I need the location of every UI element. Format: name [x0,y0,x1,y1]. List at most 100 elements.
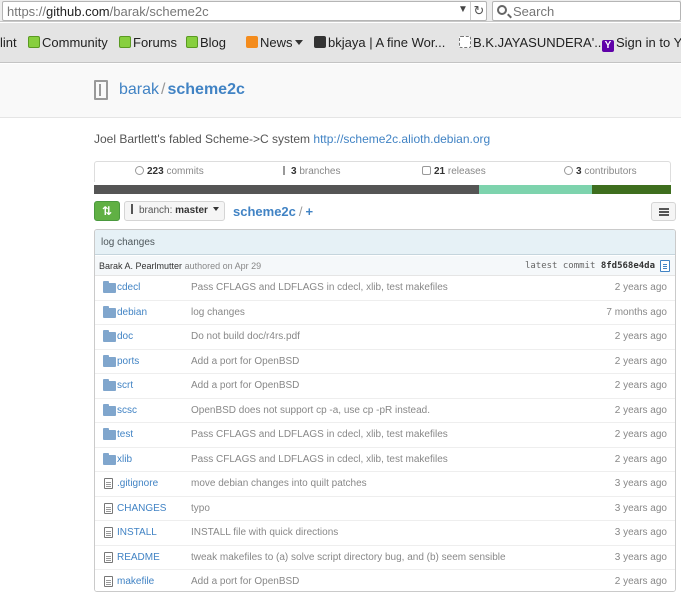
file-icon [104,551,113,563]
bookmark-yahoo[interactable]: Y Sign in to Y [602,35,681,52]
file-name-link[interactable]: .gitignore [117,478,158,489]
search-input[interactable] [513,4,673,19]
commits-link[interactable]: 223 commits [135,166,204,177]
author-link[interactable]: Barak A. Pearlmutter [99,261,182,271]
file-age: 2 years ago [614,380,667,391]
file-age: 3 years ago [614,502,667,514]
homepage-link[interactable]: http://scheme2c.alioth.debian.org [313,132,490,146]
bookmark-community[interactable]: Community [28,35,108,50]
commit-sha: latest commit 8fd568e4da [524,261,655,271]
file-commit-message-link[interactable]: tweak makefiles to (a) solve script dire… [191,552,506,563]
clipboard-icon[interactable] [660,260,670,272]
branch-icon [131,204,137,214]
url-field[interactable]: https://github.com/barak/scheme2c ▼ ↻ [2,1,487,21]
repo-name-link[interactable]: scheme2c [167,81,244,98]
file-name-link[interactable]: CHANGES [117,503,166,514]
table-row: INSTALL INSTALL file with quick direction… [95,521,675,546]
folder-icon [103,428,116,440]
bookmark-forums[interactable]: Forums [119,35,177,50]
folder-icon [103,354,116,367]
file-age: 2 years ago [614,282,667,293]
file-name-link[interactable]: doc [117,331,133,342]
table-row: cdecl Pass CFLAGS and LDFLAGS in cdecl, x… [95,276,675,301]
commit-author: Barak A. Pearlmutter authored on Apr 29 [99,261,262,271]
file-commit-message-link[interactable]: log changes [191,307,245,318]
branches-link[interactable]: 3 branches [283,166,340,177]
mint-icon [186,36,198,48]
bookmark-blog[interactable]: Blog [186,35,226,50]
folder-icon [103,305,116,318]
releases-link[interactable]: 21 releases [422,166,486,177]
file-commit-message-link[interactable]: Add a port for OpenBSD [191,380,299,391]
list-icon-line [659,211,669,213]
file-commit-message-link[interactable]: Pass CFLAGS and LDFLAGS in cdecl, xlib, … [191,282,448,293]
browser-toolbar: https://github.com/barak/scheme2c ▼ ↻ [0,0,681,22]
compare-button[interactable]: ⇅ [94,201,120,221]
file-name-link[interactable]: INSTALL [117,527,157,538]
file-commit-message-link[interactable]: Pass CFLAGS and LDFLAGS in cdecl, xlib, … [191,454,448,465]
folder-icon [103,452,116,465]
sha-link[interactable]: 8fd568e4da [601,261,655,271]
repo-title: barak / scheme2c [119,81,245,99]
language-segment[interactable] [479,185,592,194]
chevron-down-icon [212,207,219,211]
folder-icon [103,379,116,391]
repo-icon [94,80,108,100]
file-name-link[interactable]: makefile [117,576,154,587]
file-age: 2 years ago [614,404,667,416]
table-row: README tweak makefiles to (a) solve scrip… [95,545,675,570]
file-age: 7 months ago [606,306,667,318]
organization-icon [564,166,573,175]
bookmark-news[interactable]: News [246,35,303,50]
file-name-link[interactable]: README [117,552,160,563]
list-icon [659,208,669,210]
file-commit-message-link[interactable]: OpenBSD does not support cp -a, use cp -… [191,405,430,416]
table-row: makefile Add a port for OpenBSD 2 years ag… [95,570,675,591]
reload-icon[interactable]: ↻ [470,2,487,20]
file-commit-message-link[interactable]: typo [191,503,210,514]
file-name-link[interactable]: xlib [117,454,132,465]
file-commit-message-link[interactable]: Do not build doc/r4rs.pdf [191,331,300,342]
file-commit-message-link[interactable]: Add a port for OpenBSD [191,356,299,367]
language-segment[interactable] [94,185,479,194]
commit-message[interactable]: log changes [95,230,675,255]
contributors-link[interactable]: 3 contributors [564,166,637,177]
search-field[interactable] [492,1,681,21]
file-commit-message-link[interactable]: Add a port for OpenBSD [191,576,299,587]
file-name-link[interactable]: test [117,429,133,440]
breadcrumb: scheme2c / + [233,204,313,219]
file-age: 3 years ago [614,478,667,489]
bookmark-bkjaya[interactable]: bkjaya | A fine Wor... [314,35,445,50]
file-commit-message-link[interactable]: move debian changes into quilt patches [191,478,367,489]
bookmark-jayasundera[interactable]: B.K.JAYASUNDERA'... [459,35,605,50]
file-name-link[interactable]: ports [117,356,139,367]
table-row: ports Add a port for OpenBSD 2 years ago [95,349,675,374]
language-bar[interactable] [94,185,671,194]
url-dropdown-icon[interactable]: ▼ [458,4,468,15]
file-commit-message-link[interactable]: Pass CFLAGS and LDFLAGS in cdecl, xlib, … [191,429,448,440]
repo-owner-link[interactable]: barak [119,81,159,98]
table-row: debian log changes 7 months ago [95,300,675,325]
photo-icon [314,36,326,48]
breadcrumb-separator: / [298,204,303,219]
folder-icon [103,403,116,416]
list-view-button[interactable] [651,202,676,221]
file-name-link[interactable]: cdecl [117,282,140,293]
file-name-link[interactable]: scsc [117,405,137,416]
compare-icon: ⇅ [101,204,113,218]
list-icon-line [659,214,669,216]
file-name-link[interactable]: scrt [117,380,133,391]
description-text: Joel Bartlett's fabled Scheme->C system [94,132,311,146]
file-name-link[interactable]: debian [117,307,147,318]
file-commit-message-link[interactable]: INSTALL file with quick directions [191,527,338,538]
table-row: .gitignore move debian changes into quilt… [95,472,675,497]
breadcrumb-root-link[interactable]: scheme2c [233,204,296,219]
history-icon [135,166,144,175]
bookmark-lint[interactable]: lint [0,35,17,50]
language-segment[interactable] [592,185,671,194]
add-file-button[interactable]: + [306,204,314,219]
search-icon [497,5,507,15]
repo-description: Joel Bartlett's fabled Scheme->C system … [94,132,490,146]
branch-select-button[interactable]: branch: master [124,201,225,221]
table-row: scsc OpenBSD does not support cp -a, use … [95,398,675,423]
